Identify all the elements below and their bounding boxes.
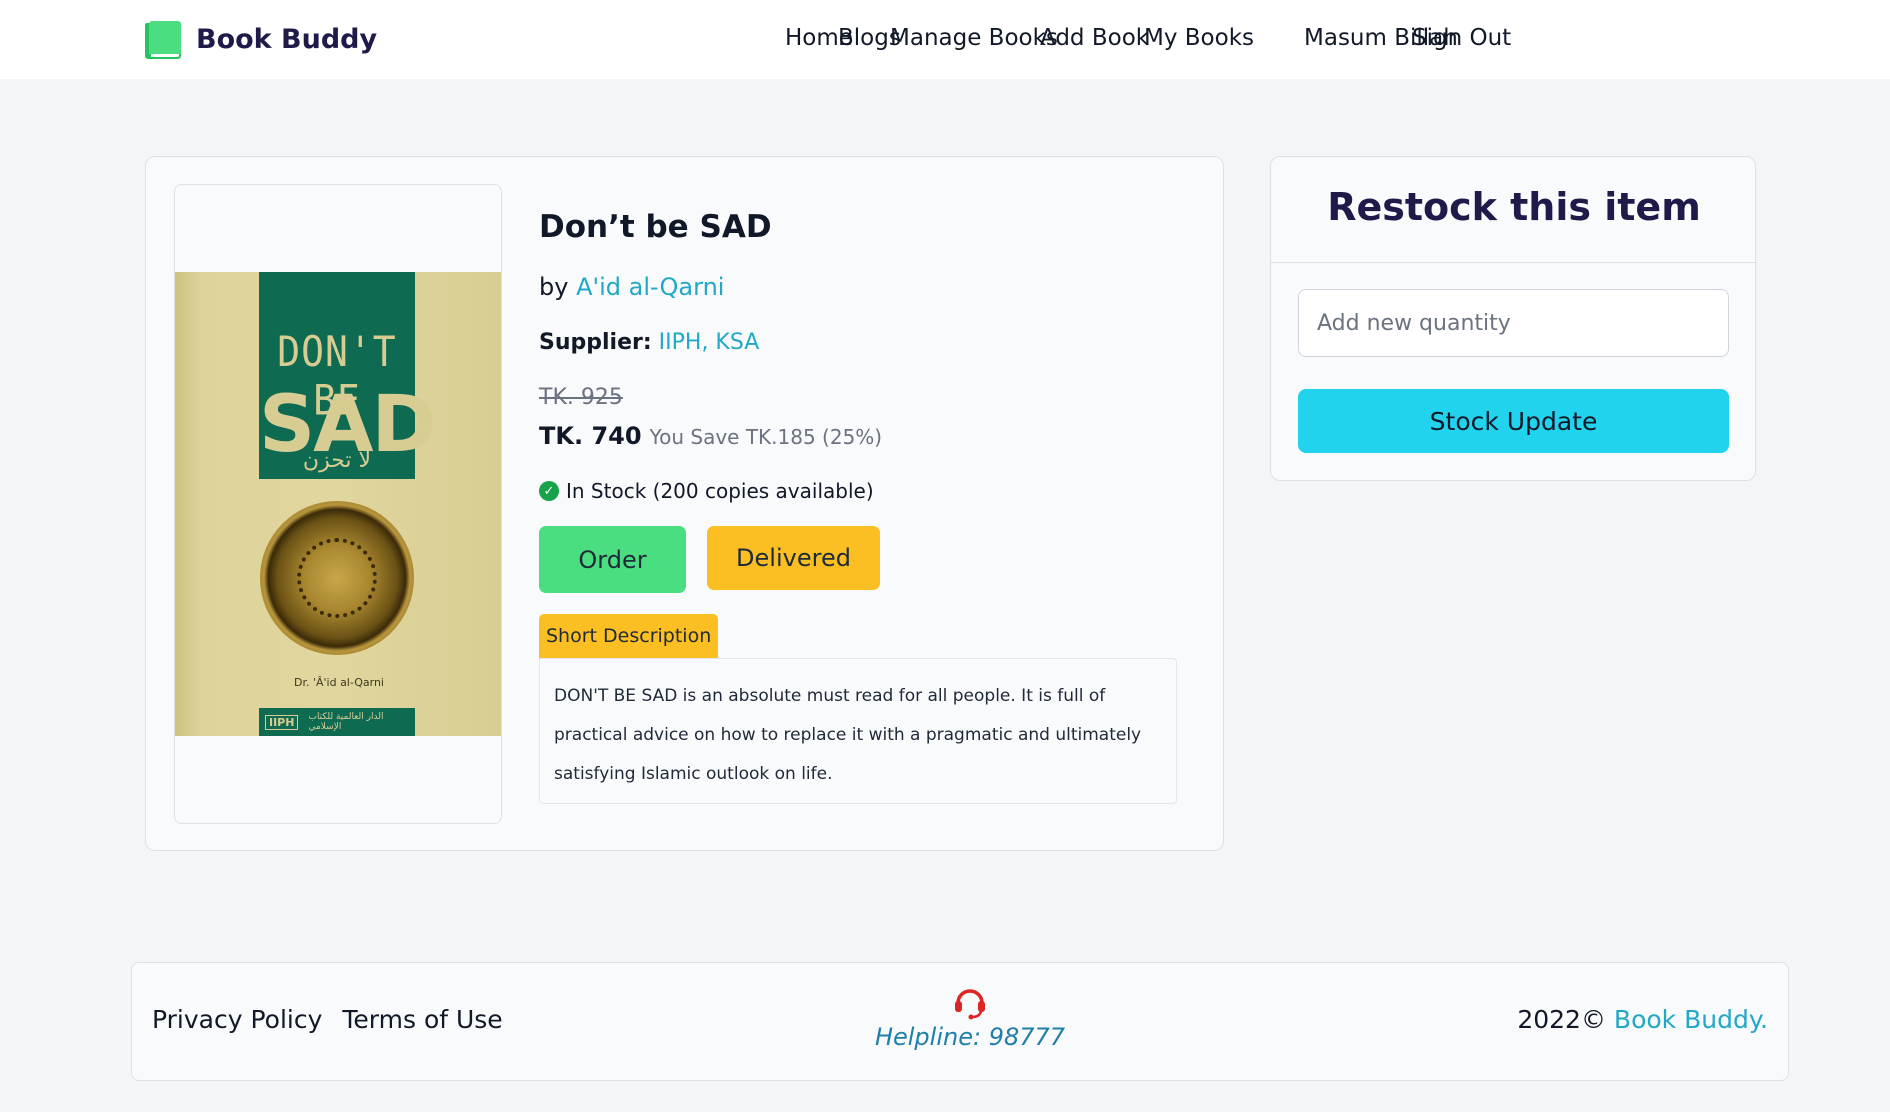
product-card: DON'T BE SAD لا تحزن Dr. 'Â'id al-Qarni … xyxy=(145,156,1224,851)
medallion-ornament xyxy=(260,501,414,655)
brand-name: Book Buddy xyxy=(196,23,378,55)
footer-brand-link[interactable]: Book Buddy. xyxy=(1614,1005,1768,1034)
supplier-link[interactable]: IIPH, KSA xyxy=(659,330,760,355)
stock-status: ✓ In Stock (200 copies available) xyxy=(539,479,874,503)
privacy-policy-link[interactable]: Privacy Policy xyxy=(152,1005,322,1034)
footer: Privacy Policy Terms of Use Helpline: 98… xyxy=(131,962,1789,1081)
nav-add-book[interactable]: Add Book xyxy=(1040,25,1149,51)
description-text: DON'T BE SAD is an absolute must read fo… xyxy=(539,658,1177,804)
copyright: 2022© Book Buddy. xyxy=(1517,1005,1768,1034)
stock-update-button[interactable]: Stock Update xyxy=(1298,389,1729,453)
nav-manage-books[interactable]: Manage Books xyxy=(890,25,1058,51)
current-price: TK. 740 xyxy=(539,422,642,450)
book-title: Don’t be SAD xyxy=(539,209,772,245)
headset-icon xyxy=(950,983,990,1021)
brand-link[interactable]: Book Buddy xyxy=(145,17,377,61)
supplier-line: Supplier: IIPH, KSA xyxy=(539,330,760,355)
quantity-input[interactable] xyxy=(1298,289,1729,357)
order-button[interactable]: Order xyxy=(539,526,686,593)
author-line: by A'id al-Qarni xyxy=(539,273,725,301)
delivered-button[interactable]: Delivered xyxy=(707,526,880,590)
footer-links: Privacy Policy Terms of Use xyxy=(152,1005,523,1034)
old-price: TK. 925 xyxy=(539,385,623,410)
navbar: Book Buddy Home Blogs Manage Books Add B… xyxy=(0,0,1890,79)
book-image-frame: DON'T BE SAD لا تحزن Dr. 'Â'id al-Qarni … xyxy=(174,184,502,824)
terms-of-use-link[interactable]: Terms of Use xyxy=(342,1005,502,1034)
price-line: TK. 740 You Save TK.185 (25%) xyxy=(539,422,882,450)
restock-card: Restock this item Stock Update xyxy=(1270,156,1757,481)
savings-text: You Save TK.185 (25%) xyxy=(649,425,883,449)
divider xyxy=(1271,262,1757,263)
book-icon xyxy=(145,19,181,59)
helpline: Helpline: 98777 xyxy=(870,983,1070,1051)
restock-title: Restock this item xyxy=(1327,185,1701,229)
nav-sign-out[interactable]: Sign Out xyxy=(1412,25,1511,51)
nav-my-books[interactable]: My Books xyxy=(1144,25,1254,51)
helpline-number: Helpline: 98777 xyxy=(874,1023,1066,1051)
tab-short-description[interactable]: Short Description xyxy=(539,614,719,658)
check-circle-icon: ✓ xyxy=(539,481,559,501)
author-link[interactable]: A'id al-Qarni xyxy=(576,273,724,301)
book-cover-image: DON'T BE SAD لا تحزن Dr. 'Â'id al-Qarni … xyxy=(175,272,501,736)
